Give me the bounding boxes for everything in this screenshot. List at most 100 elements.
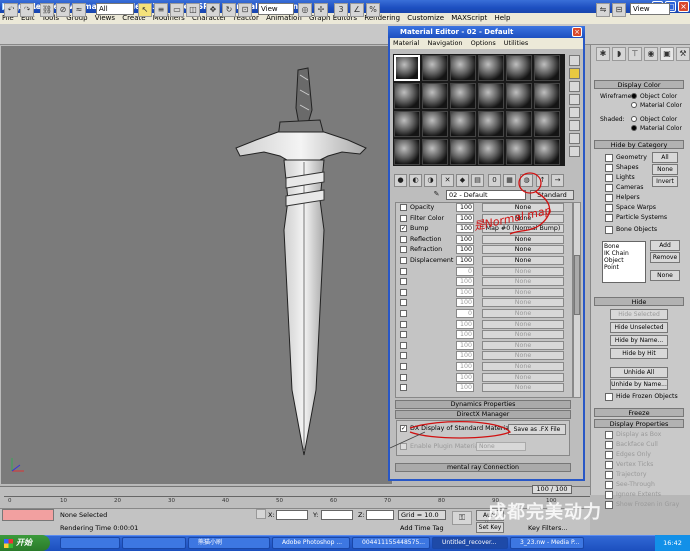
motion-tab-icon[interactable]: ◉ xyxy=(644,47,658,61)
sample-slot[interactable] xyxy=(506,55,532,81)
menu-help[interactable]: Help xyxy=(492,14,513,22)
link-icon[interactable]: ⛓ xyxy=(40,3,54,17)
create-tab-icon[interactable]: ✱ xyxy=(596,47,610,61)
hide-by-name-button[interactable]: Hide by Name... xyxy=(610,335,668,346)
select-region-icon[interactable]: ▭ xyxy=(170,3,184,17)
shaded-object-color-radio[interactable] xyxy=(631,116,637,122)
see-through-checkbox[interactable] xyxy=(605,481,613,489)
rollout-hide[interactable]: Hide xyxy=(594,297,684,306)
unhide-by-name-button[interactable]: Unhide by Name... xyxy=(610,379,668,390)
sample-slot[interactable] xyxy=(394,111,420,137)
trajectory-checkbox[interactable] xyxy=(605,471,613,479)
taskbar-item[interactable]: 熊猫小刷 xyxy=(188,537,270,549)
window-crossing-icon[interactable]: ◫ xyxy=(186,3,200,17)
selection-filter[interactable]: All xyxy=(96,3,134,15)
hierarchy-tab-icon[interactable]: ⊤ xyxy=(628,47,642,61)
me-menu-utilities[interactable]: Utilities xyxy=(501,39,531,47)
hide-by-hit-button[interactable]: Hide by Hit xyxy=(610,348,668,359)
sword-model[interactable] xyxy=(220,60,380,480)
category-remove-button[interactable]: Remove xyxy=(650,252,680,263)
z-coord-field[interactable] xyxy=(366,510,394,520)
move-icon[interactable]: ✥ xyxy=(206,3,220,17)
sample-slot[interactable] xyxy=(506,139,532,165)
sample-slot[interactable] xyxy=(478,111,504,137)
me-menu-material[interactable]: Material xyxy=(390,39,422,47)
sample-slot[interactable] xyxy=(478,83,504,109)
sample-slot[interactable] xyxy=(534,55,560,81)
sample-slot[interactable] xyxy=(394,55,420,81)
vertex-ticks-checkbox[interactable] xyxy=(605,461,613,469)
sample-slot[interactable] xyxy=(506,111,532,137)
bind-spacewarp-icon[interactable]: ≈ xyxy=(72,3,86,17)
sample-slot[interactable] xyxy=(450,139,476,165)
edges-only-checkbox[interactable] xyxy=(605,451,613,459)
y-coord-field[interactable] xyxy=(321,510,353,520)
add-time-tag[interactable]: Add Time Tag xyxy=(400,524,444,532)
maxscript-listener[interactable] xyxy=(2,509,54,521)
unhide-all-button[interactable]: Unhide All xyxy=(610,367,668,378)
background-icon[interactable] xyxy=(569,81,580,92)
list-item[interactable]: Point xyxy=(604,264,644,271)
rollout-freeze[interactable]: Freeze xyxy=(594,408,684,417)
align-icon[interactable]: ⊟ xyxy=(612,3,626,17)
hide-selected-button[interactable]: Hide Selected xyxy=(610,309,668,320)
select-manipulate-icon[interactable]: ✢ xyxy=(314,3,328,17)
menu-customize[interactable]: Customize xyxy=(405,14,447,22)
taskbar-item[interactable]: 004411155448575... xyxy=(352,537,430,549)
sample-slot[interactable] xyxy=(422,55,448,81)
sample-slot[interactable] xyxy=(450,55,476,81)
category-invert-button[interactable]: Invert xyxy=(652,176,678,187)
rollout-display-properties[interactable]: Display Properties xyxy=(594,419,684,428)
x-coord-field[interactable] xyxy=(276,510,308,520)
select-icon[interactable]: ↖ xyxy=(138,3,152,17)
percent-snap-icon[interactable]: % xyxy=(366,3,380,17)
snap-icon[interactable]: 3 xyxy=(334,3,348,17)
reference-coord-dropdown[interactable]: View xyxy=(258,3,294,15)
key-filters-button[interactable]: Key Filters... xyxy=(528,524,568,532)
me-close-icon[interactable]: × xyxy=(572,27,582,37)
rollout-hide-by-category[interactable]: Hide by Category xyxy=(594,140,684,149)
sample-type-icon[interactable] xyxy=(569,55,580,66)
taskbar-item[interactable]: Adobe Photoshop ... xyxy=(272,537,350,549)
rollout-display-color[interactable]: Display Color xyxy=(594,80,684,89)
wire-material-color-radio[interactable] xyxy=(631,102,637,108)
viewport-label[interactable]: Perspective xyxy=(4,3,42,11)
display-tab-icon[interactable]: ▣ xyxy=(660,47,674,61)
backlight-icon[interactable] xyxy=(569,68,580,79)
category-cameras-checkbox[interactable] xyxy=(605,184,613,192)
wire-object-color-radio[interactable] xyxy=(631,93,637,99)
command-panel-coord-dropdown[interactable]: View xyxy=(630,3,670,15)
time-slider[interactable]: 100 / 100 xyxy=(532,485,572,494)
taskbar-item[interactable]: Untitled_recover... xyxy=(432,537,508,549)
close-icon[interactable]: × xyxy=(678,1,689,12)
sample-slot[interactable] xyxy=(506,83,532,109)
menu-maxscript[interactable]: MAXScript xyxy=(449,14,490,22)
menu-views[interactable]: Views xyxy=(93,14,118,22)
category-list[interactable]: Bone IK Chain Object Point xyxy=(602,241,646,283)
video-color-check-icon[interactable] xyxy=(569,107,580,118)
rotate-icon[interactable]: ↻ xyxy=(222,3,236,17)
scale-icon[interactable]: ⊡ xyxy=(238,3,252,17)
sample-slot[interactable] xyxy=(422,139,448,165)
category-add-button[interactable]: Add xyxy=(650,240,680,251)
sample-slot[interactable] xyxy=(534,111,560,137)
sample-slot[interactable] xyxy=(422,83,448,109)
sample-slot[interactable] xyxy=(422,111,448,137)
category-all-button[interactable]: All xyxy=(652,152,678,163)
unlink-icon[interactable]: ⊘ xyxy=(56,3,70,17)
me-menu-navigation[interactable]: Navigation xyxy=(424,39,465,47)
pivot-icon[interactable]: ◎ xyxy=(298,3,312,17)
sample-slot[interactable] xyxy=(534,83,560,109)
sample-slot[interactable] xyxy=(478,139,504,165)
taskbar-item[interactable] xyxy=(60,537,120,549)
options-icon[interactable] xyxy=(569,133,580,144)
category-shapes-checkbox[interactable] xyxy=(605,164,613,172)
sample-slot[interactable] xyxy=(394,83,420,109)
hide-unselected-button[interactable]: Hide Unselected xyxy=(610,322,668,333)
category-none-button[interactable]: None xyxy=(652,164,678,175)
list-item[interactable]: IK Chain Object xyxy=(604,250,644,264)
lock-selection-icon[interactable] xyxy=(256,509,266,519)
select-by-name-icon[interactable]: ≡ xyxy=(154,3,168,17)
taskbar-item[interactable] xyxy=(122,537,186,549)
key-icon[interactable]: ⚿ xyxy=(452,511,472,525)
